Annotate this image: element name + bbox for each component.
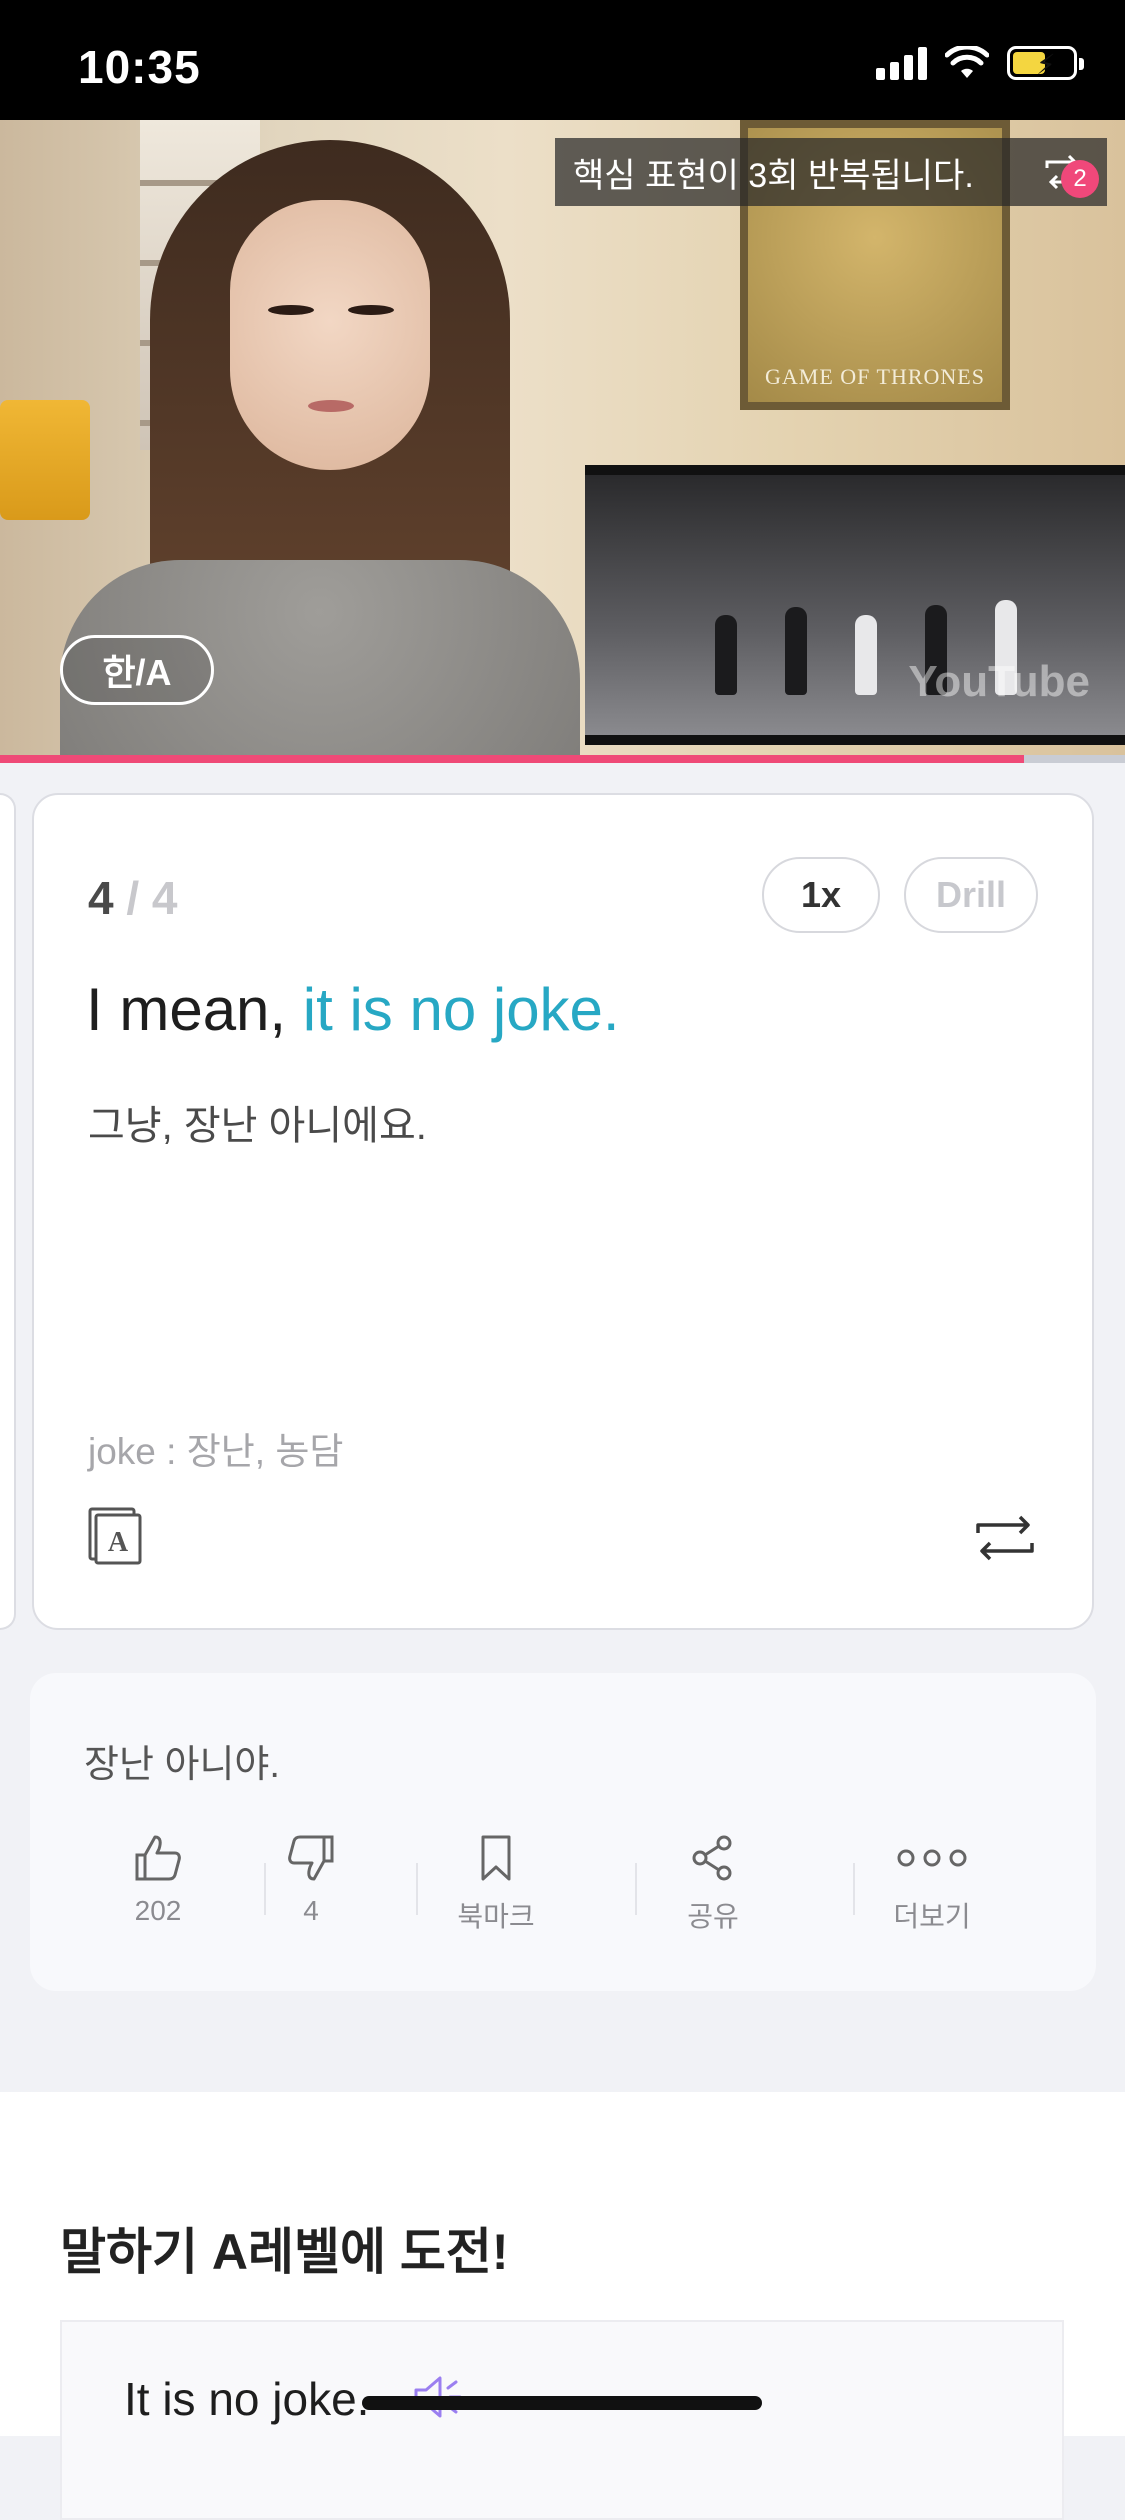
action-card: 장난 아니야. 202 4 북마크 공유 더보기 bbox=[30, 1673, 1096, 1991]
repeat-toast-text: 핵심 표현이 3회 반복됩니다. bbox=[573, 156, 974, 195]
share-icon bbox=[692, 1835, 732, 1881]
share-label: 공유 bbox=[687, 1901, 739, 1932]
repeat-count-badge: 2 bbox=[1061, 160, 1099, 198]
casual-translation: 장난 아니야. bbox=[84, 1744, 280, 1786]
video-inset-clip: YouTube bbox=[585, 465, 1125, 745]
speaking-challenge-section: 말하기 A레벨에 도전! It is no joke. bbox=[0, 2092, 1125, 2520]
dislike-button[interactable]: 4 bbox=[221, 1833, 401, 1927]
cellular-signal-icon bbox=[876, 46, 927, 80]
vocabulary-note: joke : 장난, 농담 bbox=[88, 1431, 344, 1472]
wifi-icon bbox=[945, 46, 989, 78]
battery-icon: ⚡ bbox=[1007, 46, 1084, 80]
current-index: 4 bbox=[88, 872, 114, 924]
action-bar: 202 4 북마크 공유 더보기 bbox=[30, 1833, 1096, 1943]
sentence-counter: 4 / 4 bbox=[88, 871, 178, 925]
thumbs-up-icon bbox=[135, 1835, 181, 1881]
bookmark-icon bbox=[481, 1835, 511, 1881]
practice-sentence-box[interactable]: It is no joke. bbox=[60, 2320, 1064, 2520]
home-indicator[interactable] bbox=[362, 2396, 762, 2410]
sentence-card: 4 / 4 1x Drill I mean, it is no joke. 그냥… bbox=[32, 793, 1094, 1630]
practice-sentence: It is no joke. bbox=[124, 2373, 370, 2425]
more-button[interactable]: 더보기 bbox=[842, 1833, 1022, 1935]
dislike-count: 4 bbox=[303, 1895, 319, 1926]
video-progress-fill bbox=[0, 755, 1024, 763]
dictionary-icon[interactable]: A bbox=[86, 1507, 142, 1565]
english-sentence: I mean, it is no joke. bbox=[86, 975, 620, 1044]
subtitle-language-toggle[interactable]: 한/A bbox=[60, 635, 214, 705]
drill-button[interactable]: Drill bbox=[904, 857, 1038, 933]
more-icon bbox=[897, 1849, 967, 1867]
thumbs-down-icon bbox=[288, 1835, 334, 1881]
video-player[interactable]: GAME OF THRONES YouTube 핵심 표현이 3회 반복됩니다.… bbox=[0, 120, 1125, 755]
youtube-watermark: YouTube bbox=[908, 657, 1090, 706]
korean-translation: 그냥, 장난 아니에요. bbox=[88, 1104, 427, 1148]
sentence-highlight: it is no joke. bbox=[302, 976, 620, 1043]
status-bar: 10:35 ⚡ bbox=[0, 0, 1125, 120]
share-button[interactable]: 공유 bbox=[623, 1833, 803, 1935]
status-time: 10:35 bbox=[78, 41, 201, 93]
repeat-icon[interactable] bbox=[974, 1511, 1036, 1565]
repeat-toast: 핵심 표현이 3회 반복됩니다. 2 bbox=[555, 138, 1107, 206]
bookmark-label: 북마크 bbox=[457, 1901, 535, 1932]
previous-card-peek[interactable] bbox=[0, 793, 16, 1630]
more-label: 더보기 bbox=[893, 1901, 971, 1932]
sentence-prefix: I mean, bbox=[86, 976, 303, 1043]
total-count: / 4 bbox=[126, 872, 178, 924]
poster-text: GAME OF THRONES bbox=[765, 364, 985, 389]
playback-speed-button[interactable]: 1x bbox=[762, 857, 880, 933]
status-icons: ⚡ bbox=[876, 46, 1084, 80]
video-progress-bar[interactable] bbox=[0, 755, 1125, 763]
section-title: 말하기 A레벨에 도전! bbox=[60, 2224, 509, 2280]
bookmark-button[interactable]: 북마크 bbox=[406, 1833, 586, 1935]
svg-text:A: A bbox=[108, 1527, 129, 1558]
